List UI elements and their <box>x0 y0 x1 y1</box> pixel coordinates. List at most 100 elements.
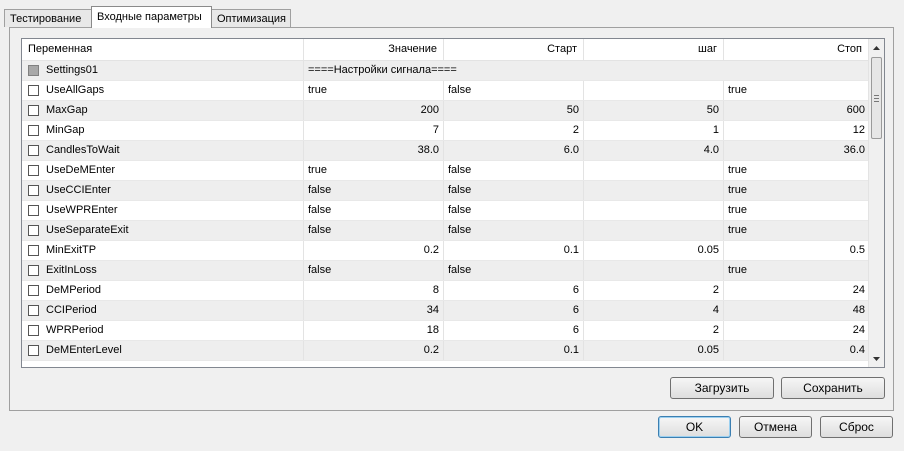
stop-cell[interactable]: true <box>724 221 869 240</box>
value-cell[interactable]: 8 <box>304 281 444 300</box>
scroll-thumb[interactable] <box>871 57 882 139</box>
optimize-checkbox[interactable] <box>28 265 39 276</box>
table-row[interactable]: UseWPREnter false false true <box>22 201 869 221</box>
start-cell[interactable]: 0.1 <box>444 341 584 360</box>
table-row[interactable]: MinExitTP 0.2 0.1 0.05 0.5 <box>22 241 869 261</box>
table-row[interactable]: Settings01 ====Настройки сигнала==== <box>22 61 869 81</box>
cancel-button[interactable]: Отмена <box>739 416 812 438</box>
load-button[interactable]: Загрузить <box>670 377 774 399</box>
optimize-checkbox[interactable] <box>28 165 39 176</box>
table-row[interactable]: CCIPeriod 34 6 4 48 <box>22 301 869 321</box>
tab-testing[interactable]: Тестирование <box>4 9 92 27</box>
parameters-grid[interactable]: Переменная Значение Старт шаг Стоп Setti… <box>21 38 885 368</box>
step-cell[interactable]: 50 <box>584 101 724 120</box>
optimize-checkbox[interactable] <box>28 245 39 256</box>
value-cell[interactable]: 0.2 <box>304 241 444 260</box>
start-cell[interactable]: 6 <box>444 281 584 300</box>
header-value[interactable]: Значение <box>304 39 444 60</box>
optimize-checkbox[interactable] <box>28 205 39 216</box>
header-step[interactable]: шаг <box>584 39 724 60</box>
stop-cell[interactable]: 0.4 <box>724 341 869 360</box>
reset-button[interactable]: Сброс <box>820 416 893 438</box>
value-cell[interactable]: true <box>304 81 444 100</box>
ok-button[interactable]: OK <box>658 416 731 438</box>
value-cell[interactable]: 0.2 <box>304 341 444 360</box>
optimize-checkbox[interactable] <box>28 85 39 96</box>
stop-cell[interactable]: true <box>724 81 869 100</box>
save-button[interactable]: Сохранить <box>781 377 885 399</box>
start-cell[interactable]: false <box>444 81 584 100</box>
step-cell[interactable] <box>584 81 724 100</box>
step-cell[interactable] <box>584 161 724 180</box>
table-row[interactable]: WPRPeriod 18 6 2 24 <box>22 321 869 341</box>
table-row[interactable]: DeMPeriod 8 6 2 24 <box>22 281 869 301</box>
start-cell[interactable]: 6 <box>444 301 584 320</box>
start-cell[interactable]: false <box>444 261 584 280</box>
step-cell[interactable]: 2 <box>584 281 724 300</box>
value-cell[interactable]: 38.0 <box>304 141 444 160</box>
stop-cell[interactable]: true <box>724 161 869 180</box>
step-cell[interactable]: 0.05 <box>584 341 724 360</box>
scroll-up-arrow-icon[interactable] <box>869 39 884 56</box>
step-cell[interactable] <box>584 261 724 280</box>
vertical-scrollbar[interactable] <box>868 39 884 367</box>
optimize-checkbox[interactable] <box>28 225 39 236</box>
table-row[interactable]: CandlesToWait 38.0 6.0 4.0 36.0 <box>22 141 869 161</box>
stop-cell[interactable]: 48 <box>724 301 869 320</box>
value-cell[interactable]: false <box>304 261 444 280</box>
start-cell[interactable]: 6.0 <box>444 141 584 160</box>
stop-cell[interactable]: 600 <box>724 101 869 120</box>
optimize-checkbox[interactable] <box>28 105 39 116</box>
header-variable[interactable]: Переменная <box>22 39 304 60</box>
value-cell[interactable]: 18 <box>304 321 444 340</box>
table-row[interactable]: UseDeMEnter true false true <box>22 161 869 181</box>
optimize-checkbox[interactable] <box>28 305 39 316</box>
stop-cell[interactable]: 12 <box>724 121 869 140</box>
start-cell[interactable]: false <box>444 181 584 200</box>
start-cell[interactable]: false <box>444 161 584 180</box>
step-cell[interactable]: 0.05 <box>584 241 724 260</box>
stop-cell[interactable]: true <box>724 261 869 280</box>
table-row[interactable]: MaxGap 200 50 50 600 <box>22 101 869 121</box>
value-cell[interactable]: false <box>304 221 444 240</box>
start-cell[interactable]: 0.1 <box>444 241 584 260</box>
header-start[interactable]: Старт <box>444 39 584 60</box>
start-cell[interactable]: false <box>444 221 584 240</box>
optimize-checkbox[interactable] <box>28 345 39 356</box>
step-cell[interactable]: 4 <box>584 301 724 320</box>
value-cell[interactable]: 200 <box>304 101 444 120</box>
optimize-checkbox[interactable] <box>28 185 39 196</box>
table-row[interactable]: ExitInLoss false false true <box>22 261 869 281</box>
step-cell[interactable]: 4.0 <box>584 141 724 160</box>
optimize-checkbox[interactable] <box>28 325 39 336</box>
scroll-down-arrow-icon[interactable] <box>869 350 884 367</box>
value-cell[interactable]: false <box>304 181 444 200</box>
value-cell[interactable]: false <box>304 201 444 220</box>
table-row[interactable]: UseAllGaps true false true <box>22 81 869 101</box>
header-stop[interactable]: Стоп <box>724 39 869 60</box>
optimize-checkbox[interactable] <box>28 285 39 296</box>
stop-cell[interactable]: 36.0 <box>724 141 869 160</box>
stop-cell[interactable]: true <box>724 181 869 200</box>
start-cell[interactable]: 6 <box>444 321 584 340</box>
value-cell[interactable]: ====Настройки сигнала==== <box>304 61 869 80</box>
optimize-checkbox[interactable] <box>28 145 39 156</box>
value-cell[interactable]: 7 <box>304 121 444 140</box>
table-row[interactable]: DeMEnterLevel 0.2 0.1 0.05 0.4 <box>22 341 869 361</box>
start-cell[interactable]: 50 <box>444 101 584 120</box>
start-cell[interactable]: 2 <box>444 121 584 140</box>
table-row[interactable]: UseSeparateExit false false true <box>22 221 869 241</box>
step-cell[interactable] <box>584 221 724 240</box>
value-cell[interactable]: 34 <box>304 301 444 320</box>
stop-cell[interactable]: true <box>724 201 869 220</box>
step-cell[interactable]: 1 <box>584 121 724 140</box>
tab-input-parameters[interactable]: Входные параметры <box>91 6 212 28</box>
step-cell[interactable]: 2 <box>584 321 724 340</box>
optimize-checkbox[interactable] <box>28 125 39 136</box>
value-cell[interactable]: true <box>304 161 444 180</box>
table-row[interactable]: MinGap 7 2 1 12 <box>22 121 869 141</box>
stop-cell[interactable]: 0.5 <box>724 241 869 260</box>
step-cell[interactable] <box>584 181 724 200</box>
stop-cell[interactable]: 24 <box>724 321 869 340</box>
table-row[interactable]: UseCCIEnter false false true <box>22 181 869 201</box>
